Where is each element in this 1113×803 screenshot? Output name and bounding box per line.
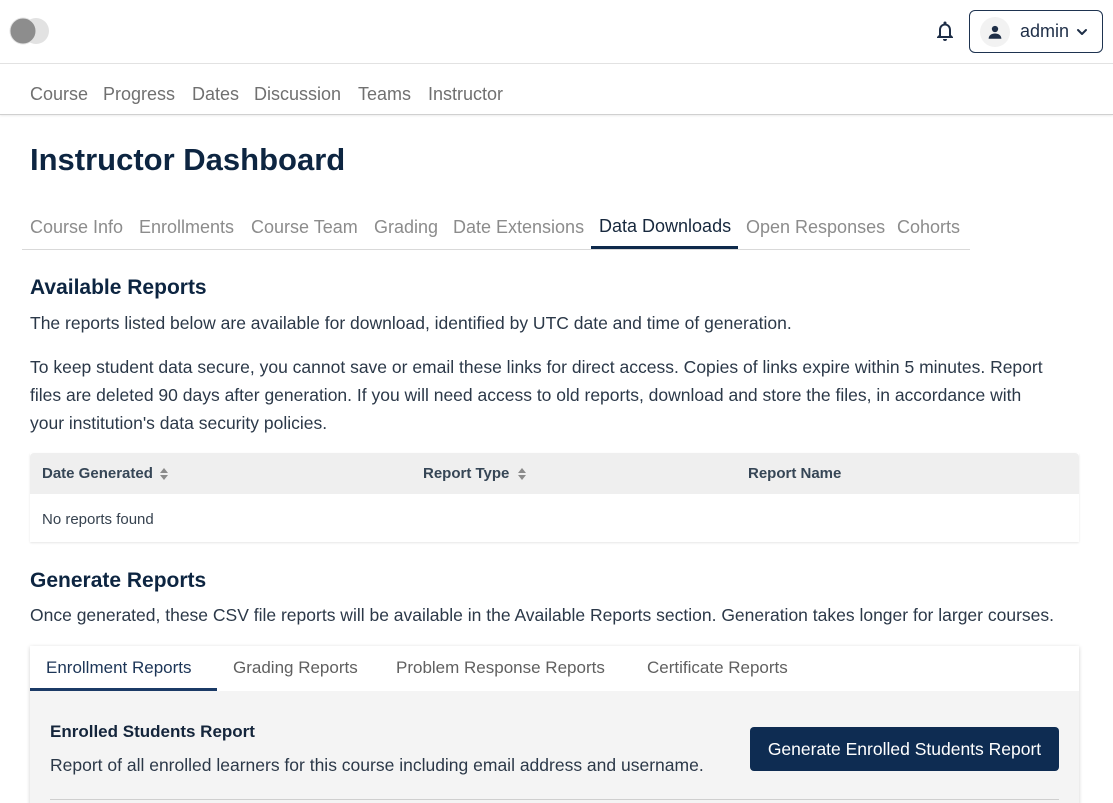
course-nav: Course Progress Dates Discussion Teams I… bbox=[0, 64, 1113, 115]
user-name: admin bbox=[1020, 21, 1070, 41]
chevron-down-icon bbox=[1077, 28, 1088, 35]
sort-icon[interactable] bbox=[517, 467, 527, 481]
enrollment-reports-content: Enrolled Students Report Report of all e… bbox=[30, 691, 1079, 803]
tab-certificate-reports[interactable]: Certificate Reports bbox=[647, 658, 788, 678]
report-description: Report of all enrolled learners for this… bbox=[50, 755, 704, 775]
course-nav-dates[interactable]: Dates bbox=[192, 84, 239, 105]
column-report-type[interactable]: Report Type bbox=[423, 465, 509, 482]
empty-table-message: No reports found bbox=[42, 511, 154, 528]
tab-open-responses[interactable]: Open Responses bbox=[746, 217, 885, 238]
tab-date-extensions[interactable]: Date Extensions bbox=[453, 217, 584, 238]
page-title: Instructor Dashboard bbox=[30, 142, 346, 177]
active-tab-indicator bbox=[591, 246, 738, 249]
tab-grading[interactable]: Grading bbox=[374, 217, 438, 238]
security-note-line-1: To keep student data secure, you cannot … bbox=[30, 357, 1043, 377]
tab-course-team[interactable]: Course Team bbox=[251, 217, 358, 238]
report-tabs-panel: Enrollment Reports Grading Reports Probl… bbox=[30, 646, 1079, 803]
logo-toggle-icon[interactable] bbox=[9, 17, 53, 45]
course-nav-teams[interactable]: Teams bbox=[358, 84, 411, 105]
column-date-generated[interactable]: Date Generated bbox=[42, 465, 153, 482]
tab-course-info[interactable]: Course Info bbox=[30, 217, 123, 238]
course-nav-discussion[interactable]: Discussion bbox=[254, 84, 341, 105]
table-header: Date Generated Report Type Report Name bbox=[30, 453, 1079, 494]
generate-reports-heading: Generate Reports bbox=[30, 569, 207, 592]
course-nav-progress[interactable]: Progress bbox=[103, 84, 175, 105]
bell-icon[interactable] bbox=[933, 19, 957, 43]
reports-table: Date Generated Report Type Report Name N… bbox=[30, 453, 1079, 542]
top-header: admin bbox=[0, 0, 1113, 64]
tab-enrollment-reports[interactable]: Enrollment Reports bbox=[46, 658, 192, 678]
available-reports-heading: Available Reports bbox=[30, 276, 207, 299]
column-report-name: Report Name bbox=[748, 465, 842, 482]
generate-reports-intro: Once generated, these CSV file reports w… bbox=[30, 605, 1054, 625]
tab-enrollments[interactable]: Enrollments bbox=[139, 217, 234, 238]
generate-enrolled-students-report-button[interactable]: Generate Enrolled Students Report bbox=[750, 727, 1059, 771]
tab-cohorts[interactable]: Cohorts bbox=[897, 217, 960, 238]
tab-data-downloads[interactable]: Data Downloads bbox=[599, 216, 731, 237]
report-tabs: Enrollment Reports Grading Reports Probl… bbox=[30, 646, 1079, 691]
tab-grading-reports[interactable]: Grading Reports bbox=[233, 658, 358, 678]
course-nav-course[interactable]: Course bbox=[30, 84, 88, 105]
security-note-line-2: files are deleted 90 days after generati… bbox=[30, 385, 1022, 405]
available-reports-intro: The reports listed below are available f… bbox=[30, 313, 792, 333]
user-menu-button[interactable]: admin bbox=[969, 10, 1103, 53]
security-note-line-3: your institution's data security policie… bbox=[30, 413, 328, 433]
report-title: Enrolled Students Report bbox=[50, 722, 255, 741]
divider bbox=[50, 799, 1059, 800]
course-nav-instructor[interactable]: Instructor bbox=[428, 84, 503, 105]
tab-problem-response-reports[interactable]: Problem Response Reports bbox=[396, 658, 605, 678]
dashboard-tabs: Course Info Enrollments Course Team Grad… bbox=[22, 205, 970, 250]
person-icon bbox=[988, 25, 1002, 39]
avatar bbox=[980, 16, 1010, 47]
sort-icon[interactable] bbox=[159, 467, 169, 481]
